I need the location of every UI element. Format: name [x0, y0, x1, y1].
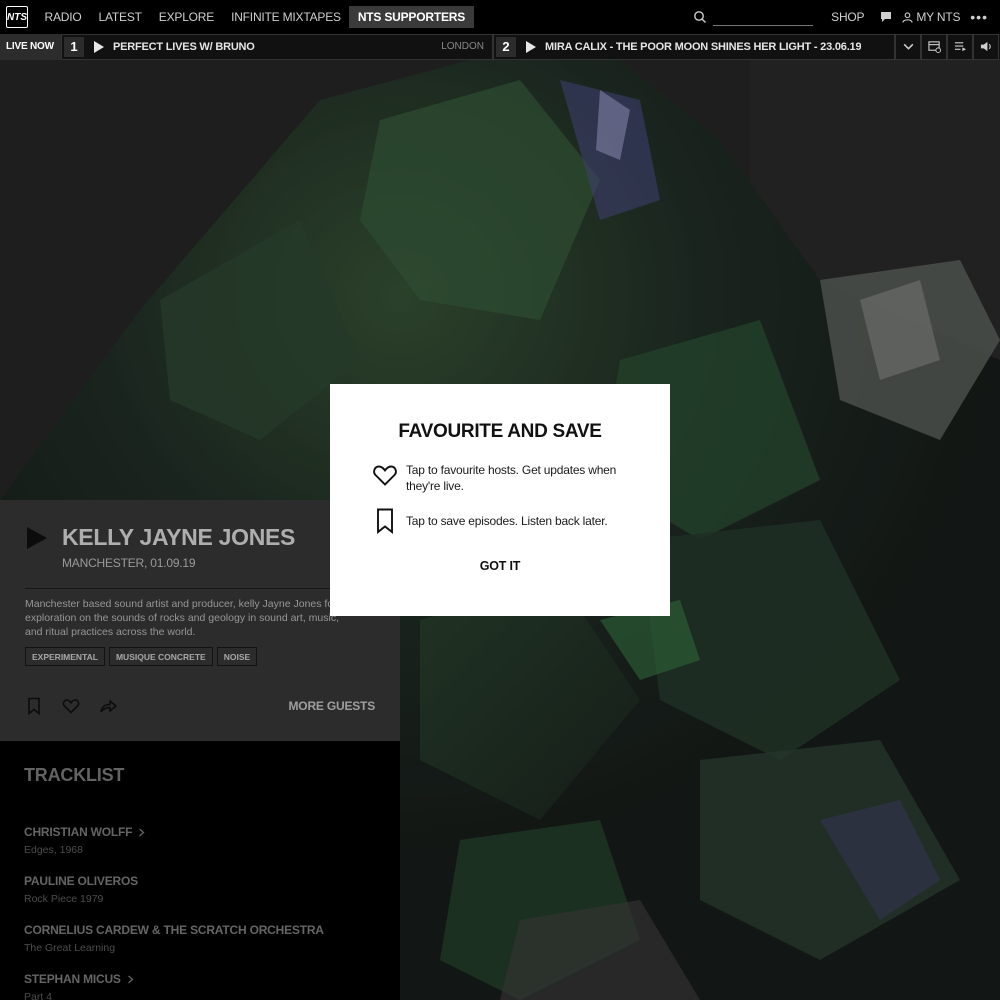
- channel-2-title: MIRA CALIX - THE POOR MOON SHINES HER LI…: [545, 40, 862, 53]
- nav-item-nts-supporters[interactable]: NTS SUPPORTERS: [349, 6, 474, 28]
- schedule-icon: [927, 41, 941, 53]
- modal-title: FAVOURITE AND SAVE: [398, 421, 602, 442]
- queue-button[interactable]: [947, 33, 973, 60]
- bookmark-icon: [377, 508, 393, 534]
- favourite-tip-text: Tap to favourite hosts. Get updates when…: [406, 463, 617, 493]
- top-navigation: NTS RADIO LATEST EXPLORE INFINITE MIXTAP…: [0, 0, 1000, 34]
- channel-2-number: 2: [496, 36, 516, 57]
- nav-item-infinite-mixtapes[interactable]: INFINITE MIXTAPES: [223, 6, 350, 28]
- expand-button[interactable]: [895, 33, 921, 60]
- volume-button[interactable]: [973, 33, 999, 60]
- main-nav: RADIO LATEST EXPLORE INFINITE MIXTAPES N…: [36, 0, 474, 34]
- search-input[interactable]: [713, 8, 814, 26]
- live-channel-1[interactable]: 1 PERFECT LIVES W/ BRUNO LONDON: [61, 33, 493, 60]
- nav-item-latest[interactable]: LATEST: [90, 6, 150, 28]
- nav-right-group: SHOP MY NTS •••: [693, 0, 1000, 34]
- channel-1-location: LONDON: [441, 41, 484, 52]
- nts-logo[interactable]: NTS: [6, 6, 28, 28]
- live-now-label: LIVE NOW: [0, 33, 61, 60]
- chevron-down-icon: [903, 43, 913, 50]
- search-icon[interactable]: [693, 10, 707, 24]
- user-icon: [902, 11, 913, 23]
- heart-icon: [373, 465, 397, 486]
- my-nts-link[interactable]: MY NTS: [916, 10, 960, 24]
- nav-item-radio[interactable]: RADIO: [36, 6, 90, 28]
- got-it-button[interactable]: GOT IT: [330, 559, 670, 573]
- playlist-icon: [954, 42, 966, 52]
- more-options-icon[interactable]: •••: [970, 9, 988, 25]
- nav-item-explore[interactable]: EXPLORE: [150, 6, 222, 28]
- schedule-button[interactable]: [921, 33, 947, 60]
- favourite-save-modal: FAVOURITE AND SAVE Tap to favourite host…: [330, 384, 670, 616]
- favourite-tip: Tap to favourite hosts. Get updates when…: [372, 462, 626, 494]
- play-icon[interactable]: [525, 40, 537, 53]
- channel-1-number: 1: [64, 36, 84, 57]
- speaker-icon: [980, 41, 991, 52]
- chat-icon[interactable]: [880, 11, 892, 23]
- live-channel-2[interactable]: 2 MIRA CALIX - THE POOR MOON SHINES HER …: [493, 33, 895, 60]
- play-icon[interactable]: [93, 40, 105, 53]
- save-tip: Tap to save episodes. Listen back later.: [372, 508, 626, 534]
- channel-1-title: PERFECT LIVES W/ BRUNO: [113, 40, 255, 53]
- save-tip-text: Tap to save episodes. Listen back later.: [406, 514, 608, 528]
- live-now-bar: LIVE NOW 1 PERFECT LIVES W/ BRUNO LONDON…: [0, 33, 1000, 60]
- shop-link[interactable]: SHOP: [831, 10, 864, 24]
